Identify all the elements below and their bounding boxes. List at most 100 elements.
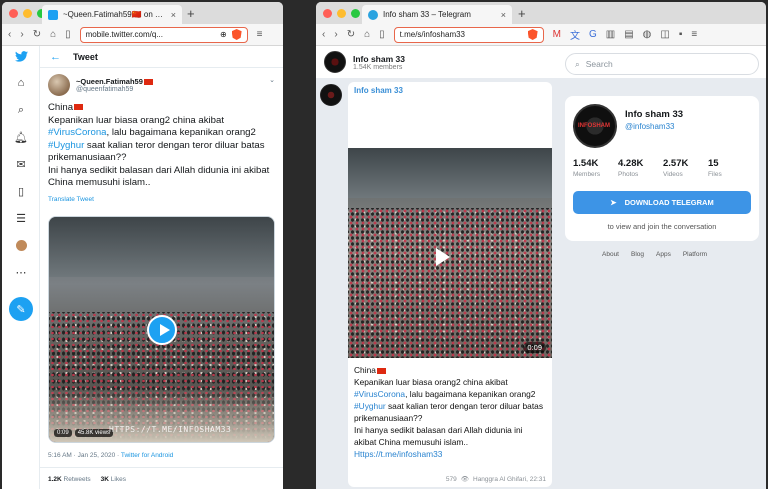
home-icon[interactable]: ⌂: [50, 29, 56, 40]
extension-ci-icon[interactable]: ▪: [679, 29, 683, 40]
counter-members: 1.54K Members: [573, 158, 618, 178]
twitter-browser-window: ~Queen.Fatimah59🇨🇳 on Twitter... × + ‹ ›…: [2, 2, 283, 489]
hashtag-link[interactable]: #Uyghur: [48, 140, 84, 151]
bookmark-icon[interactable]: ▯: [379, 29, 385, 40]
close-tab-icon[interactable]: ×: [501, 10, 506, 20]
avatar[interactable]: [48, 74, 70, 96]
telegram-favicon-icon: [368, 9, 378, 20]
retweets-count: 1.2K: [48, 476, 62, 483]
chevron-down-icon[interactable]: ⌄: [269, 76, 275, 84]
forward-icon[interactable]: ›: [334, 29, 337, 40]
tweet-timestamp[interactable]: 5:16 AM · Jan 25, 2020 ·: [48, 452, 121, 459]
card-handle[interactable]: @infosham33: [625, 122, 674, 131]
bookmarks-nav-icon[interactable]: ▯: [14, 184, 28, 198]
video-views-badge: 45.8K views: [74, 429, 114, 437]
search-input[interactable]: ⌕ Search: [565, 53, 759, 75]
counter-label: Members: [573, 171, 601, 178]
url-text: mobile.twitter.com/q...: [85, 30, 163, 39]
play-icon[interactable]: [436, 248, 450, 266]
minimize-window-button[interactable]: [337, 9, 346, 18]
menu-icon[interactable]: ≡: [691, 29, 697, 40]
tweet-stats: 1.2K Retweets 3K Likes: [48, 476, 126, 483]
tweet-video[interactable]: 0:09 45.8K views HTTPS://T.ME/INFOSHAM33: [48, 216, 275, 443]
message-author[interactable]: Info sham 33: [348, 82, 552, 102]
telegram-plane-icon: ➤: [610, 198, 617, 207]
home-icon[interactable]: ⌂: [364, 29, 370, 40]
new-tab-button[interactable]: +: [518, 6, 526, 21]
hashtag-link[interactable]: #VirusCorona: [48, 127, 107, 138]
counter-label: Videos: [663, 171, 683, 178]
extension-globe-icon[interactable]: ◍: [643, 29, 652, 40]
footer-link-about[interactable]: About: [602, 251, 619, 258]
notifications-nav-icon[interactable]: 🔔︎: [14, 130, 28, 144]
download-telegram-button[interactable]: ➤ DOWNLOAD TELEGRAM: [573, 191, 751, 214]
close-window-button[interactable]: [9, 9, 18, 18]
zoom-icon[interactable]: ⊕: [220, 30, 227, 39]
address-bar[interactable]: t.me/s/infosham33: [393, 26, 544, 43]
explore-nav-icon[interactable]: ⌕: [14, 103, 28, 117]
extension-cube-icon[interactable]: ◫: [660, 29, 669, 40]
channel-link[interactable]: Https://t.me/infosham33: [354, 449, 442, 459]
message-video[interactable]: 0:09: [348, 148, 552, 358]
brave-shield-icon[interactable]: [527, 29, 538, 40]
compose-tweet-button[interactable]: ✎: [9, 297, 33, 321]
brave-shield-icon[interactable]: [231, 29, 242, 40]
counter-number: 4.28K: [618, 158, 644, 169]
author-name: ~Queen.Fatimah59: [76, 77, 153, 86]
channel-card-avatar: INFOSHAM: [573, 104, 617, 148]
back-icon[interactable]: ‹: [8, 29, 11, 40]
new-tab-button[interactable]: +: [187, 6, 195, 21]
minimize-window-button[interactable]: [23, 9, 32, 18]
china-flag-icon: [74, 104, 84, 111]
likes-stat[interactable]: 3K Likes: [101, 476, 126, 483]
twitter-logo-icon[interactable]: [14, 49, 28, 63]
footer-link-platform[interactable]: Platform: [683, 251, 707, 258]
tweet-author[interactable]: ~Queen.Fatimah59 @queenfatimah59 ⌄: [40, 68, 283, 96]
menu-icon[interactable]: ≡: [257, 29, 263, 40]
browser-tab-twitter[interactable]: ~Queen.Fatimah59🇨🇳 on Twitter... ×: [42, 5, 182, 24]
counter-photos: 4.28K Photos: [618, 158, 663, 178]
hashtag-link[interactable]: #Uyghur: [354, 401, 386, 411]
profile-nav-icon[interactable]: [14, 238, 28, 252]
translate-tweet-link[interactable]: Translate Tweet: [40, 190, 283, 203]
views-count: 579: [445, 475, 457, 483]
close-tab-icon[interactable]: ×: [171, 10, 176, 20]
footer-link-blog[interactable]: Blog: [631, 251, 644, 258]
hashtag-link[interactable]: #VirusCorona: [354, 389, 405, 399]
window-controls: [9, 9, 46, 18]
footer-link-apps[interactable]: Apps: [656, 251, 671, 258]
extension-book-icon[interactable]: ▥: [606, 29, 615, 40]
author-handle: @queenfatimah59: [76, 86, 134, 93]
address-bar[interactable]: mobile.twitter.com/q... ⊕: [79, 26, 248, 43]
extension-m-icon[interactable]: M: [553, 29, 561, 40]
play-button[interactable]: [147, 315, 177, 345]
maximize-window-button[interactable]: [351, 9, 360, 18]
reload-icon[interactable]: ↻: [347, 29, 355, 40]
reload-icon[interactable]: ↻: [33, 29, 41, 40]
more-nav-icon[interactable]: ⋯: [14, 265, 28, 279]
tweet-source-link[interactable]: Twitter for Android: [121, 452, 173, 459]
retweets-stat[interactable]: 1.2K Retweets: [48, 476, 91, 483]
avatar-logo-text: INFOSHAM: [578, 123, 610, 129]
home-nav-icon[interactable]: ⌂: [14, 76, 28, 90]
author-name-text: ~Queen.Fatimah59: [76, 77, 143, 86]
video-time-badge: 0:09: [54, 429, 72, 437]
back-arrow-icon[interactable]: ←: [50, 51, 61, 63]
messages-nav-icon[interactable]: ✉: [14, 157, 28, 171]
message-avatar[interactable]: [320, 84, 342, 106]
extension-translate-icon[interactable]: 文: [570, 27, 580, 42]
forward-icon[interactable]: ›: [20, 29, 23, 40]
tweet-meta: 5:16 AM · Jan 25, 2020 · Twitter for And…: [48, 452, 173, 459]
view-join-text: to view and join the conversation: [607, 222, 717, 231]
message-footer: 579 👁︎ Hanggra Al Ghifari, 22:31: [445, 475, 546, 484]
bookmark-icon[interactable]: ▯: [65, 29, 71, 40]
likes-count: 3K: [100, 476, 109, 483]
extension-g-icon[interactable]: G: [589, 29, 597, 40]
back-icon[interactable]: ‹: [322, 29, 325, 40]
message-line: Ini hanya sedikit balasan dari Allah did…: [354, 425, 523, 447]
channel-avatar[interactable]: [324, 51, 346, 73]
extension-image-icon[interactable]: ▤: [624, 29, 633, 40]
close-window-button[interactable]: [323, 9, 332, 18]
lists-nav-icon[interactable]: ☰: [14, 211, 28, 225]
browser-tab-telegram[interactable]: Info sham 33 – Telegram ×: [362, 5, 512, 24]
